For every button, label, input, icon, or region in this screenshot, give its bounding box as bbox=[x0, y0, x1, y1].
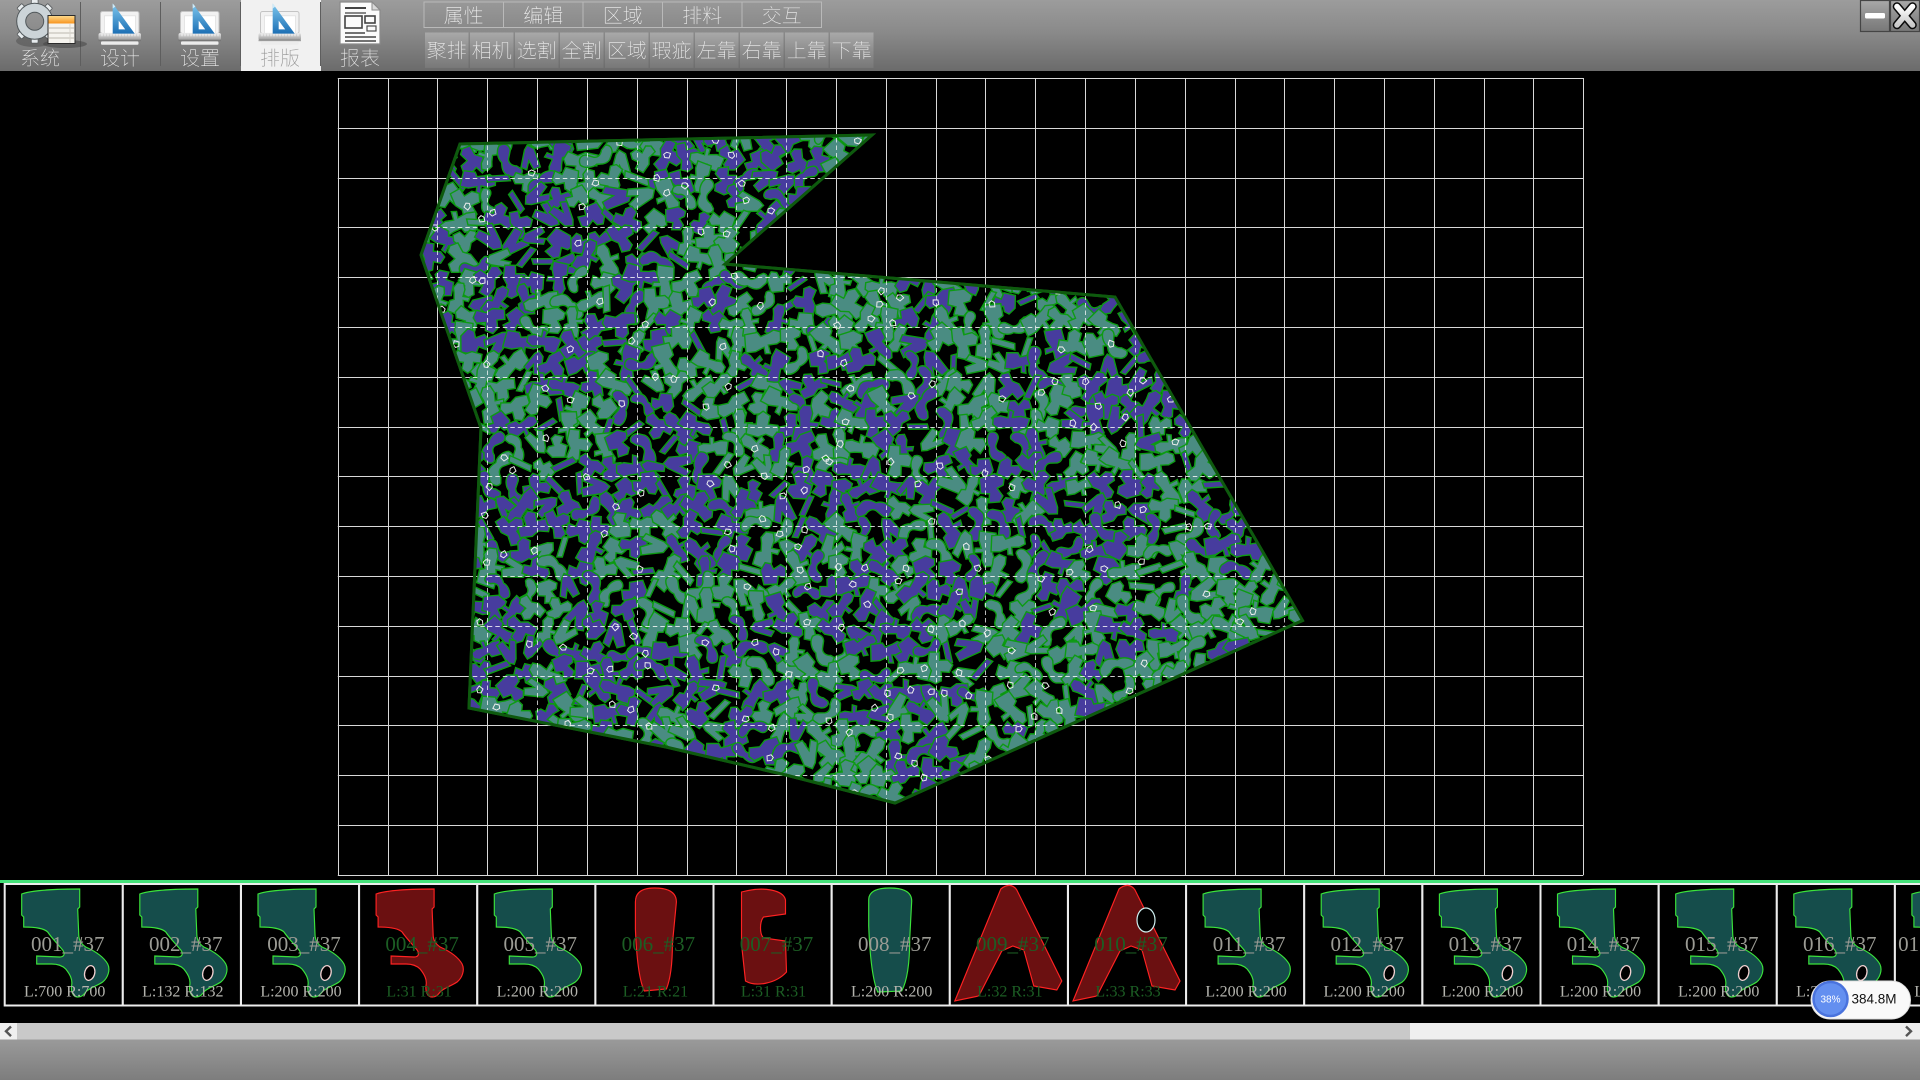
svg-text:012_#37: 012_#37 bbox=[1330, 932, 1404, 956]
svg-text:002_#37: 002_#37 bbox=[149, 932, 223, 956]
svg-text:L:31 R:31: L:31 R:31 bbox=[741, 984, 806, 1001]
svg-text:L:31 R:31: L:31 R:31 bbox=[386, 984, 451, 1001]
svg-text:L:200 R:200: L:200 R:200 bbox=[1205, 984, 1286, 1001]
svg-text:L:132 R:132: L:132 R:132 bbox=[142, 984, 223, 1001]
svg-text:L:33 R:33: L:33 R:33 bbox=[1095, 984, 1160, 1001]
svg-text:014_#37: 014_#37 bbox=[1567, 932, 1641, 956]
svg-text:005_#37: 005_#37 bbox=[504, 932, 578, 956]
svg-text:L:200 R:200: L:200 R:200 bbox=[1324, 984, 1405, 1001]
svg-text:007_#37: 007_#37 bbox=[740, 932, 814, 956]
svg-text:016_#37: 016_#37 bbox=[1803, 932, 1877, 956]
svg-text:004_#37: 004_#37 bbox=[385, 932, 459, 956]
svg-text:L:200 R:200: L:200 R:200 bbox=[260, 984, 341, 1001]
svg-text:013_#37: 013_#37 bbox=[1449, 932, 1523, 956]
svg-text:L:700 R:700: L:700 R:700 bbox=[24, 984, 105, 1001]
svg-text:015_#37: 015_#37 bbox=[1685, 932, 1759, 956]
svg-text:L:200 R:200: L:200 R:200 bbox=[1560, 984, 1641, 1001]
svg-text:008_#37: 008_#37 bbox=[858, 932, 932, 956]
svg-text:017_#37: 017_#37 bbox=[1898, 932, 1920, 956]
svg-text:001_#37: 001_#37 bbox=[31, 932, 105, 956]
svg-text:010_#37: 010_#37 bbox=[1094, 932, 1168, 956]
svg-text:L:21 R:21: L:21 R:21 bbox=[623, 984, 688, 1001]
svg-text:38%: 38% bbox=[1820, 995, 1840, 1006]
svg-text:L:200 R:200: L:200 R:200 bbox=[1678, 984, 1759, 1001]
svg-text:L:200 R:200: L:200 R:200 bbox=[497, 984, 578, 1001]
svg-text:384.8M: 384.8M bbox=[1852, 992, 1897, 1007]
svg-text:L:32 R:31: L:32 R:31 bbox=[977, 984, 1042, 1001]
svg-text:009_#37: 009_#37 bbox=[976, 932, 1050, 956]
svg-text:L:200 R:200: L:200 R:200 bbox=[1914, 984, 1920, 1001]
svg-text:003_#37: 003_#37 bbox=[267, 932, 341, 956]
svg-text:011_#37: 011_#37 bbox=[1213, 932, 1286, 956]
svg-text:L:200 R:200: L:200 R:200 bbox=[1442, 984, 1523, 1001]
svg-text:L:200 R:200: L:200 R:200 bbox=[851, 984, 932, 1001]
svg-text:006_#37: 006_#37 bbox=[622, 932, 696, 956]
